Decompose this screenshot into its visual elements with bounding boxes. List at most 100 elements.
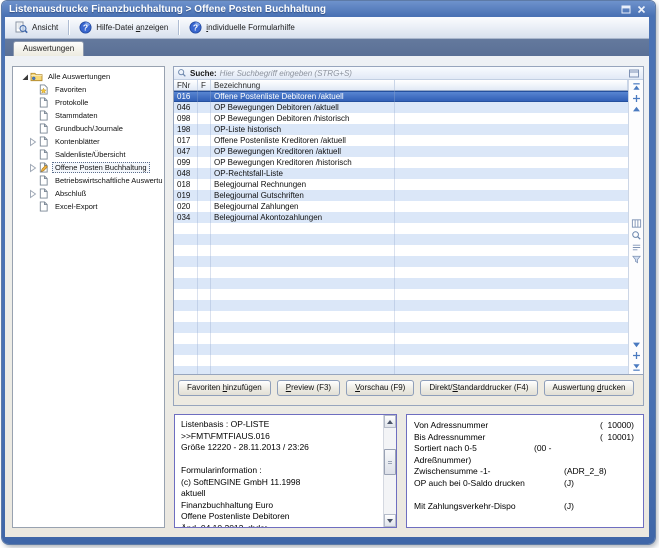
- table-row-empty: [174, 355, 628, 366]
- vorschau-f9-button[interactable]: Vorschau (F9): [346, 380, 414, 396]
- column-header-f[interactable]: F: [198, 80, 211, 90]
- search-label: Suche:: [190, 69, 217, 78]
- toolbar-separator: [178, 20, 179, 35]
- collapsed-expander-icon[interactable]: [27, 163, 37, 173]
- help-icon: ?: [79, 21, 92, 34]
- scroll-first-icon[interactable]: [631, 82, 642, 93]
- individuelle-formularhilfe-button[interactable]: ? individuelle Formularhilfe: [182, 18, 302, 37]
- table-row[interactable]: 034Belegjournal Akontozahlungen: [174, 212, 628, 223]
- text-view-icon[interactable]: [631, 242, 642, 253]
- ansicht-button[interactable]: Ansicht: [8, 18, 65, 37]
- tree-item-stammdaten[interactable]: Stammdaten: [13, 109, 164, 122]
- auswertung-drucken-button[interactable]: Auswertung drucken: [544, 380, 635, 396]
- tree-item-protokolle[interactable]: Protokolle: [13, 96, 164, 109]
- scrollbar-up-button[interactable]: [384, 415, 396, 428]
- table-row[interactable]: 016Offene Postenliste Debitoren /aktuell: [174, 91, 628, 102]
- search-bar[interactable]: Suche: Hier Suchbegriff eingeben (STRG+S…: [174, 67, 643, 80]
- column-chooser-icon[interactable]: [631, 218, 642, 229]
- scroll-down-icon[interactable]: [631, 339, 642, 350]
- parameter-value: ( 10000): [600, 420, 639, 432]
- scrollbar-down-button[interactable]: [384, 514, 396, 527]
- scroll-page-up-icon[interactable]: [631, 93, 642, 104]
- tree-item-abschlu[interactable]: Abschluß: [13, 187, 164, 200]
- close-window-button[interactable]: [635, 4, 648, 15]
- form-info-panel: Listenbasis : OP-LISTE>>FMT\FMTFIAUS.016…: [174, 414, 397, 528]
- table-row[interactable]: 019Belegjournal Gutschriften: [174, 190, 628, 201]
- tree-item-offene-posten-buchhaltung[interactable]: Offene Posten Buchhaltung: [13, 161, 164, 174]
- parameter-label: Zwischensumme -1-: [414, 466, 491, 478]
- evaluations-tree: Alle AuswertungenFavoritenProtokolleStam…: [12, 66, 165, 528]
- scrollbar-thumb[interactable]: [384, 449, 396, 475]
- column-header-empty: [395, 80, 628, 90]
- page-icon: [37, 175, 50, 186]
- info-line: Offene Postenliste Debitoren: [181, 511, 381, 523]
- favoriten-hinzufuegen-button[interactable]: Favoriten hinzufügen: [178, 380, 271, 396]
- page-icon: [37, 123, 50, 134]
- print-parameters-panel: Von Adressnummer( 10000)Bis Adressnummer…: [406, 414, 644, 528]
- titlebar: Listenausdrucke Finanzbuchhaltung > Offe…: [2, 1, 655, 17]
- page-edit-icon: [37, 162, 50, 173]
- parameter-line: Zwischensumme -1-(ADR_2_8): [414, 466, 639, 478]
- table-row[interactable]: 048OP-Rechtsfall-Liste: [174, 168, 628, 179]
- tree-item-betriebswirtschaftliche-auswertungen[interactable]: Betriebswirtschaftliche Auswertungen: [13, 174, 164, 187]
- table-row[interactable]: 017Offene Postenliste Kreditoren /aktuel…: [174, 135, 628, 146]
- parameter-line: Von Adressnummer( 10000): [414, 420, 639, 432]
- tree-item-label: Kontenblätter: [52, 136, 103, 147]
- table-row[interactable]: 020Belegjournal Zahlungen: [174, 201, 628, 212]
- search-tool-icon[interactable]: [631, 230, 642, 241]
- expanded-expander-icon[interactable]: [20, 72, 30, 82]
- filter-icon[interactable]: [631, 254, 642, 265]
- parameter-line: Mit Zahlungsverkehr-Dispo (J): [414, 501, 639, 513]
- hilfe-datei-anzeigen-button[interactable]: ? Hilfe-Datei anzeigen: [72, 18, 175, 37]
- table-row[interactable]: 046OP Bewegungen Debitoren /aktuell: [174, 102, 628, 113]
- scroll-up-icon[interactable]: [631, 104, 642, 115]
- scroll-page-down-icon[interactable]: [631, 350, 642, 361]
- search-input[interactable]: Hier Suchbegriff eingeben (STRG+S): [220, 69, 352, 78]
- table-row[interactable]: 018Belegjournal Rechnungen: [174, 179, 628, 190]
- tree-item-alle-auswertungen[interactable]: Alle Auswertungen: [13, 70, 164, 83]
- page-icon: [37, 110, 50, 121]
- parameter-line: Bis Adressnummer( 10001): [414, 432, 639, 444]
- table-row-empty: [174, 234, 628, 245]
- toolbar-separator: [68, 20, 69, 35]
- tab-auswertungen[interactable]: Auswertungen: [13, 41, 84, 56]
- search-icon: [177, 68, 187, 78]
- content-area: Alle AuswertungenFavoritenProtokolleStam…: [5, 56, 649, 537]
- parameter-label: Adreßnummer): [414, 455, 471, 467]
- page-icon: [37, 201, 50, 212]
- tree-item-kontenbl-tter[interactable]: Kontenblätter: [13, 135, 164, 148]
- column-header-bezeichnung[interactable]: Bezeichnung: [211, 80, 395, 90]
- direkt-standarddrucker-f4-button[interactable]: Direkt/Standarddrucker (F4): [420, 380, 537, 396]
- expander-spacer: [27, 150, 37, 160]
- table-row[interactable]: 099OP Bewegungen Kreditoren /historisch: [174, 157, 628, 168]
- collapsed-expander-icon[interactable]: [27, 137, 37, 147]
- tree-item-label: Abschluß: [52, 188, 89, 199]
- parameter-value: (J): [564, 501, 574, 513]
- tree-item-favoriten[interactable]: Favoriten: [13, 83, 164, 96]
- table-row[interactable]: 098OP Bewegungen Debitoren /historisch: [174, 113, 628, 124]
- table-options-icon[interactable]: [628, 68, 640, 79]
- column-header-fnr[interactable]: FNr: [174, 80, 198, 90]
- parameter-label: Bis Adressnummer: [414, 432, 485, 444]
- tree-item-excel-export[interactable]: Excel-Export: [13, 200, 164, 213]
- info-panel-scrollbar[interactable]: [383, 415, 396, 527]
- parameter-label: Sortiert nach 0-5: [414, 443, 477, 455]
- preview-f3-button[interactable]: Preview (F3): [277, 380, 340, 396]
- help-icon: ?: [189, 21, 202, 34]
- restore-window-button[interactable]: [619, 4, 632, 15]
- tree-item-saldenliste-bersicht[interactable]: Saldenliste/Übersicht: [13, 148, 164, 161]
- parameter-label: Mit Zahlungsverkehr-Dispo: [414, 501, 516, 513]
- table-row-empty: [174, 344, 628, 355]
- table-row-empty: [174, 322, 628, 333]
- table-row-empty: [174, 300, 628, 311]
- parameter-line: [414, 489, 639, 501]
- table-row-empty: [174, 311, 628, 322]
- table-row[interactable]: 047OP Bewegungen Kreditoren /aktuell: [174, 146, 628, 157]
- tree-item-grundbuch-journale[interactable]: Grundbuch/Journale: [13, 122, 164, 135]
- scroll-last-icon[interactable]: [631, 361, 642, 372]
- table-row-empty: [174, 245, 628, 256]
- collapsed-expander-icon[interactable]: [27, 189, 37, 199]
- info-line: Finanzbuchhaltung Euro: [181, 500, 381, 512]
- tree-item-label: Protokolle: [52, 97, 91, 108]
- table-row[interactable]: 198OP-Liste historisch: [174, 124, 628, 135]
